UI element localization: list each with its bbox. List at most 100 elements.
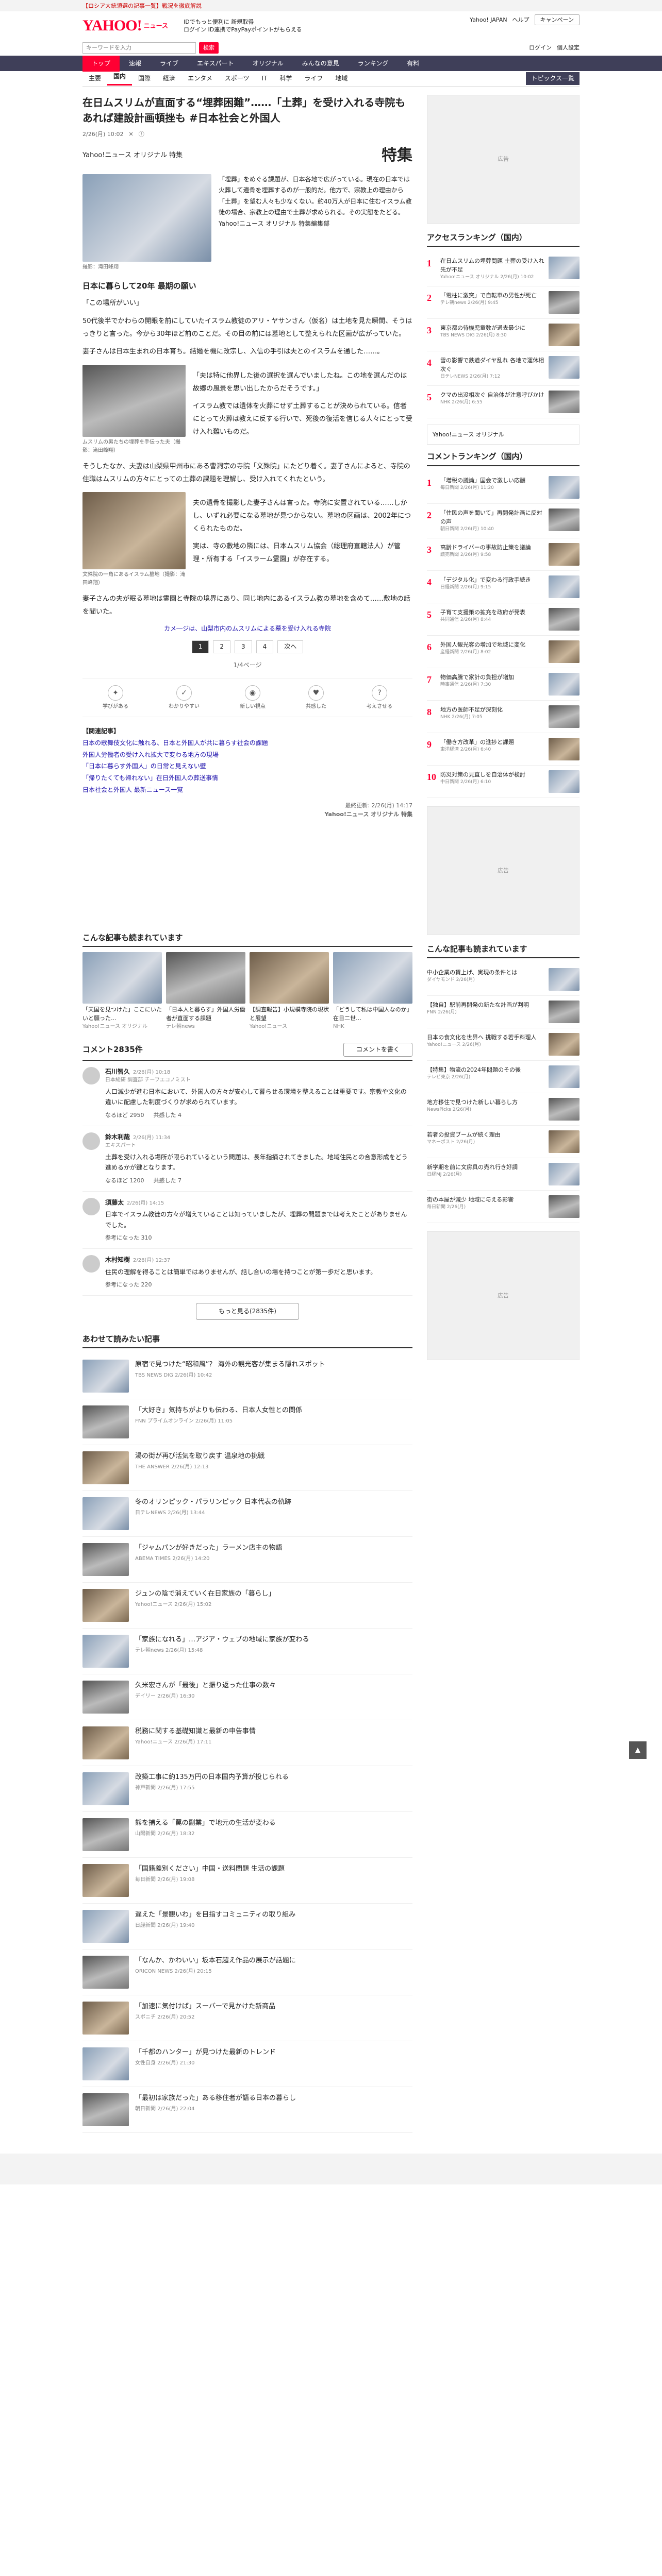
tab-entertainment[interactable]: エンタメ <box>181 74 219 83</box>
tab-science[interactable]: 科学 <box>273 74 298 83</box>
credit-source[interactable]: Yahoo!ニュース オリジナル 特集 <box>82 810 412 819</box>
ranking-item[interactable]: 2 「電柱に激突」で自転車の男性が死亡 テレ朝news 2/26(月) 9:45 <box>427 286 580 319</box>
search-button[interactable]: 検索 <box>199 42 219 54</box>
list-item[interactable]: 冬のオリンピック・パラリンピック 日本代表の軌跡 日テレNEWS 2/26(月) … <box>82 1491 412 1537</box>
list-item[interactable]: 原宿で見つけた“昭和風”？ 海外の観光客が集まる隠れスポット TBS NEWS D… <box>82 1353 412 1399</box>
ranking-item[interactable]: 5 クマの出没相次ぐ 自治体が注意呼びかけ NHK 2/26(月) 6:55 <box>427 386 580 419</box>
gnav-ranking[interactable]: ランキング <box>349 56 398 72</box>
list-item[interactable]: 「大好き」気持ちがよりも伝わる、日本人女性との関係 FNN プライムオンライン 2… <box>82 1399 412 1445</box>
related-link-5[interactable]: 日本社会と外国人 最新ニュース一覧 <box>82 784 412 796</box>
gnav-top[interactable]: トップ <box>82 56 120 72</box>
lead-photo[interactable] <box>82 174 211 262</box>
list-item[interactable]: 「ジャムパンが好きだった」ラーメン店主の物語 ABEMA TIMES 2/26(月… <box>82 1537 412 1583</box>
list-item[interactable]: 湯の街が再び活気を取り戻す 温泉地の挑戦 THE ANSWER 2/26(月) 1… <box>82 1445 412 1491</box>
ad-slot-bottom[interactable]: 広告 <box>427 1231 580 1360</box>
ranking-item[interactable]: 街の本屋が減少 地域に与える影響 毎日新聞 2/26(月) <box>427 1191 580 1223</box>
topics-list-button[interactable]: トピックス一覧 <box>526 72 580 85</box>
original-link[interactable]: Yahoo!ニュース オリジナル <box>433 431 504 438</box>
reaction-learn[interactable]: ✦ 学びがある <box>103 685 128 711</box>
comment-author[interactable]: 木村知樹 2/26(月) 12:37 <box>105 1255 412 1265</box>
write-comment-button[interactable]: コメントを書く <box>343 1043 412 1057</box>
share-x-icon[interactable]: ✕ <box>128 130 133 139</box>
list-item[interactable]: 遅えた「景観いわ」を目指すコミュニティの取り組み 日経新聞 2/26(月) 19:… <box>82 1904 412 1950</box>
ranking-item[interactable]: 5 子育て支援策の拡充を政府が発表 共同通信 2/26(月) 8:44 <box>427 603 580 636</box>
ranking-item[interactable]: 3 東京都の待機児童数が過去最少に TBS NEWS DIG 2/26(月) 8:3… <box>427 319 580 352</box>
list-item[interactable]: 「千都のハンター」が見つけた最新のトレンド 女性自身 2/26(月) 21:30 <box>82 2041 412 2087</box>
photo-2[interactable] <box>82 365 186 437</box>
ranking-item[interactable]: 【特集】物流の2024年問題のその後 テレビ東京 2/26(月) <box>427 1061 580 1093</box>
ranking-item[interactable]: 4 「デジタル化」で変わる行政手続き 日経新聞 2/26(月) 9:15 <box>427 571 580 603</box>
ranking-item[interactable]: 3 高齢ドライバーの事故防止策を議論 読売新聞 2/26(月) 9:58 <box>427 538 580 571</box>
ad-slot-top[interactable]: 広告 <box>427 95 580 224</box>
header-id-line[interactable]: IDでもっと便利に 新規取得 <box>184 18 302 26</box>
share-facebook-icon[interactable]: ⓕ <box>139 130 144 139</box>
gnav-live[interactable]: ライブ <box>151 56 188 72</box>
ranking-item[interactable]: 【独自】駅前再開発の新たな計画が判明 FNN 2/26(月) <box>427 996 580 1028</box>
ranking-item[interactable]: 1 在日ムスリムの埋葬問題 土葬の受け入れ先が不足 Yahoo!ニュース オリジナル… <box>427 252 580 287</box>
tab-life[interactable]: ライフ <box>298 74 329 83</box>
gnav-paid[interactable]: 有料 <box>398 56 428 72</box>
comment-like-button[interactable]: 参考になった 310 <box>105 1233 152 1242</box>
related-card-4[interactable]: 「どうして私は中国人なのか」在日二世… NHK <box>333 952 412 1030</box>
original-link-box[interactable]: Yahoo!ニュース オリジナル <box>427 425 580 445</box>
ranking-item[interactable]: 7 物価高騰で家計の負担が増加 時事通信 2/26(月) 7:30 <box>427 668 580 701</box>
gnav-expert[interactable]: エキスパート <box>188 56 243 72</box>
page-1[interactable]: 1 <box>191 640 209 653</box>
list-item[interactable]: 「加速に気付けば」スーパーで見かけた新商品 スポニチ 2/26(月) 20:52 <box>82 1995 412 2041</box>
related-card-3[interactable]: 【調査報告】小規模寺院の現状と展望 Yahoo!ニュース <box>250 952 329 1030</box>
ranking-item[interactable]: 9 「働き方改革」の進捗と課題 東洋経済 2/26(月) 6:40 <box>427 733 580 766</box>
list-item[interactable]: 久米宏さんが「最後」と振り返った仕事の数々 デイリー 2/26(月) 16:30 <box>82 1674 412 1720</box>
ranking-item[interactable]: 10 防災対策の見直しを自治体が検討 中日新聞 2/26(月) 6:10 <box>427 766 580 798</box>
news-logo-sub[interactable]: ニュース <box>144 21 168 31</box>
list-item[interactable]: 熊を捕える「罠の副業」で地元の生活が変わる 山陽新聞 2/26(月) 18:32 <box>82 1812 412 1858</box>
ranking-item[interactable]: 地方移住で見つけた新しい暮らし方 NewsPicks 2/26(月) <box>427 1093 580 1126</box>
yahoo-logo[interactable]: YAHOO! <box>82 14 142 38</box>
list-item[interactable]: 「国籍差別ください」中国・送料問題 生活の課題 毎日新聞 2/26(月) 19:0… <box>82 1858 412 1904</box>
ranking-item[interactable]: 中小企業の賃上げ、実現の条件とは ダイヤモンド 2/26(月) <box>427 963 580 996</box>
more-comments-button[interactable]: もっと見る(2835件) <box>196 1303 299 1320</box>
ranking-item[interactable]: 4 雪の影響で鉄道ダイヤ乱れ 各地で運休相次ぐ 日テレNEWS 2/26(月) 7:… <box>427 351 580 386</box>
ranking-item[interactable]: 新学期を前に文房具の売れ行き好調 日経MJ 2/26(月) <box>427 1158 580 1191</box>
search-input[interactable] <box>82 42 196 54</box>
tab-sports[interactable]: スポーツ <box>219 74 256 83</box>
related-card-2[interactable]: 「日本人と暮らす」外国人労働者が直面する課題 テレ朝news <box>166 952 245 1030</box>
banner-text[interactable]: 【ロシア大統領選の記事一覧】戦況を徹底解説 <box>82 3 202 9</box>
list-item[interactable]: 「家族になれる」…アジア・ウェブの地域に家族が変わる テレ朝news 2/26(月… <box>82 1629 412 1674</box>
header-login-line[interactable]: ログイン ID連携でPayPayポイントがもらえる <box>184 26 302 33</box>
ranking-item[interactable]: 8 地方の医師不足が深刻化 NHK 2/26(月) 7:05 <box>427 701 580 733</box>
reaction-agree[interactable]: ♥ 共感した <box>306 685 326 711</box>
comment-agree-button[interactable]: 共感した 4 <box>154 1111 182 1120</box>
comment-like-button[interactable]: なるほど 2950 <box>105 1111 144 1120</box>
page-4[interactable]: 4 <box>256 640 274 653</box>
page-note-link[interactable]: カメ―ジは、山梨市内のムスリムによる墓を受け入れる寺院 <box>82 624 412 634</box>
tab-economy[interactable]: 経済 <box>157 74 181 83</box>
related-link-4[interactable]: 「帰りたくても帰れない」在日外国人の葬送事情 <box>82 772 412 784</box>
list-item[interactable]: 「なんか、かわいい」坂本石超え作品の展示が話題に ORICON NEWS 2/26… <box>82 1950 412 1995</box>
comment-author[interactable]: 鈴木利哉 2/26(月) 11:34 <box>105 1132 412 1142</box>
related-link-2[interactable]: 外国人労働者の受け入れ拡大で変わる地方の現場 <box>82 749 412 761</box>
avatar[interactable] <box>82 1197 100 1215</box>
comment-like-button[interactable]: なるほど 1200 <box>105 1176 144 1185</box>
ranking-item[interactable]: 日本の食文化を世界へ 挑戦する若手料理人 Yahoo!ニュース 2/26(月) <box>427 1028 580 1061</box>
list-item[interactable]: 「最初は家族だった」ある移住者が語る日本の暮らし 朝日新聞 2/26(月) 22:… <box>82 2087 412 2133</box>
tab-world[interactable]: 国際 <box>132 74 157 83</box>
ad-slot-mid[interactable]: 広告 <box>427 806 580 935</box>
related-link-1[interactable]: 日本の歌舞伎文化に触れる、日本と外国人が共に暮らす社会の課題 <box>82 737 412 749</box>
page-2[interactable]: 2 <box>213 640 230 653</box>
list-item[interactable]: ジュンの陰で消えていく在日家族の「暮らし」 Yahoo!ニュース 2/26(月) … <box>82 1583 412 1629</box>
list-item[interactable]: 税務に関する基礎知識と最新の申告事情 Yahoo!ニュース 2/26(月) 17:… <box>82 1720 412 1766</box>
tab-domestic[interactable]: 国内 <box>107 72 133 86</box>
login-link[interactable]: ログイン <box>529 43 552 52</box>
page-next[interactable]: 次へ <box>277 640 304 653</box>
tab-main[interactable]: 主要 <box>82 74 107 83</box>
settings-link[interactable]: 個人設定 <box>557 43 580 52</box>
avatar[interactable] <box>82 1132 100 1150</box>
help-link[interactable]: ヘルプ <box>512 15 529 24</box>
related-card-1[interactable]: 「天国を見つけた」ここにいたいと願った… Yahoo!ニュース オリジナル <box>82 952 162 1030</box>
top-banner[interactable]: 【ロシア大統領選の記事一覧】戦況を徹底解説 <box>0 0 662 11</box>
comment-agree-button[interactable]: 共感した 7 <box>154 1176 182 1185</box>
ranking-item[interactable]: 6 外国人観光客の増加で地域に変化 産経新聞 2/26(月) 8:02 <box>427 636 580 668</box>
gnav-opinion[interactable]: みんなの意見 <box>293 56 349 72</box>
comment-like-button[interactable]: 参考になった 220 <box>105 1280 152 1289</box>
photo-3[interactable] <box>82 492 186 570</box>
